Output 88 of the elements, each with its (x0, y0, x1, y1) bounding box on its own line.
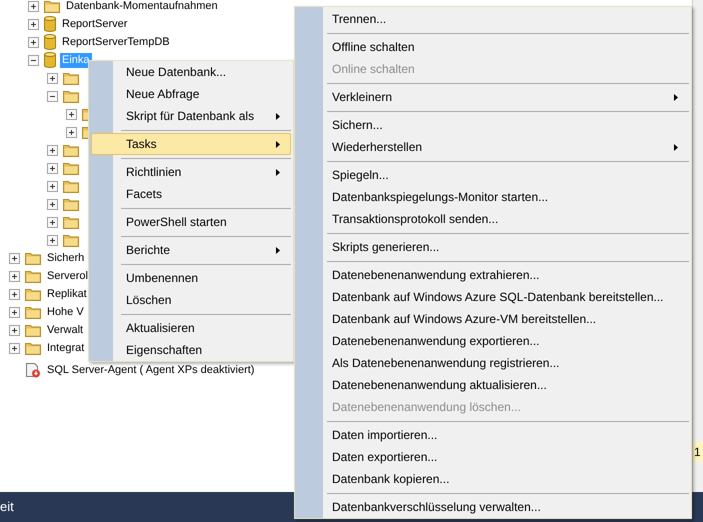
menu-item[interactable]: Skript für Datenbank als (91, 105, 291, 127)
menu-item[interactable]: Trennen... (297, 8, 689, 30)
menu-item[interactable]: PowerShell starten (91, 211, 291, 233)
menu-item[interactable]: Sichern... (297, 114, 689, 136)
menu-item[interactable]: Skripts generieren... (297, 236, 689, 258)
folder-icon (25, 270, 41, 282)
tree-item[interactable]: SQL Server-Agent ( Agent XPs deaktiviert) (45, 362, 256, 378)
expand-icon[interactable] (47, 162, 58, 174)
menu-item[interactable]: Richtlinien (91, 161, 291, 183)
tree-item[interactable]: Replikat (45, 286, 89, 302)
menu-item[interactable]: Löschen (91, 289, 291, 311)
expand-icon[interactable] (9, 342, 20, 354)
database-icon (44, 52, 56, 68)
tree-item[interactable]: Hohe V (45, 304, 86, 320)
menu-item[interactable]: Offline schalten (297, 36, 689, 58)
submenu-arrow-icon (276, 168, 280, 176)
submenu-arrow-icon (276, 112, 280, 120)
status-text: eit (0, 498, 14, 516)
menu-item[interactable]: Berichte (91, 239, 291, 261)
folder-icon (63, 144, 79, 156)
expand-icon[interactable] (47, 216, 58, 228)
menu-item[interactable]: Datenebenenanwendung extrahieren... (297, 264, 689, 286)
expand-icon[interactable] (47, 198, 58, 210)
folder-icon (63, 72, 79, 84)
expand-icon[interactable] (66, 108, 77, 120)
expand-icon[interactable] (28, 0, 39, 12)
tree-item[interactable]: Verwalt (45, 322, 86, 338)
expand-icon[interactable] (9, 324, 20, 336)
tree-item[interactable]: ReportServerTempDB (60, 34, 172, 50)
expand-icon[interactable] (9, 252, 20, 264)
folder-icon (63, 234, 79, 246)
tree-item[interactable]: Serverol (45, 268, 90, 284)
menu-item[interactable]: Datenbankverschlüsselung verwalten... (297, 496, 689, 518)
menu-item[interactable]: Daten importieren... (297, 424, 689, 446)
submenu-arrow-icon (674, 94, 678, 100)
folder-icon (25, 252, 41, 264)
collapse-icon[interactable] (47, 90, 58, 102)
folder-icon (63, 90, 79, 102)
database-icon (44, 34, 56, 50)
expand-icon[interactable] (66, 126, 77, 138)
menu-item[interactable]: Datenbankspiegelungs-Monitor starten... (297, 186, 689, 208)
expand-icon[interactable] (9, 288, 20, 300)
tree-item[interactable]: Integrat (45, 340, 86, 356)
menu-item[interactable]: Neue Datenbank... (91, 61, 291, 83)
expand-icon[interactable] (9, 270, 20, 282)
menu-item[interactable]: Facets (91, 183, 291, 205)
folder-icon (63, 216, 79, 228)
expand-icon[interactable] (28, 18, 39, 30)
expand-icon[interactable] (47, 144, 58, 156)
menu-item[interactable]: Datenbank auf Windows Azure-VM bereitstellen... (297, 308, 689, 330)
menu-item[interactable]: Eigenschaften (91, 339, 291, 361)
menu-item[interactable]: Datenebenenanwendung aktualisieren... (297, 374, 689, 396)
folder-icon (25, 324, 41, 336)
folder-icon (25, 288, 41, 300)
database-icon (44, 16, 56, 32)
tree-item[interactable]: Sicherh (45, 250, 86, 266)
menu-item[interactable]: Aktualisieren (91, 317, 291, 339)
folder-icon (63, 198, 79, 210)
expand-icon[interactable] (47, 72, 58, 84)
collapse-icon[interactable] (28, 54, 39, 66)
submenu-arrow-icon (276, 246, 280, 254)
menu-item[interactable]: Datenbank kopieren... (297, 468, 689, 490)
menu-item[interactable]: Datenebenenanwendung exportieren... (297, 330, 689, 352)
menu-item[interactable]: Wiederherstellen (297, 136, 689, 158)
folder-icon (25, 342, 41, 354)
menu-item[interactable]: Transaktionsprotokoll senden... (297, 208, 689, 230)
side-label: 1 (693, 442, 703, 462)
folder-icon (25, 306, 41, 318)
folder-icon (63, 162, 79, 174)
tree-item[interactable]: ReportServer (60, 16, 130, 32)
menu-item[interactable]: Neue Abfrage (91, 83, 291, 105)
expand-icon[interactable] (47, 234, 58, 246)
expand-icon[interactable] (9, 306, 20, 318)
menu-item[interactable]: Umbenennen (91, 267, 291, 289)
expand-icon[interactable] (28, 36, 39, 48)
menu-item[interactable]: Spiegeln... (297, 164, 689, 186)
submenu-arrow-icon (674, 144, 678, 150)
folder-icon (44, 0, 60, 12)
agent-icon (25, 362, 41, 378)
menu-item[interactable]: Als Datenebenenanwendung registrieren... (297, 352, 689, 374)
tree-item[interactable]: Datenbank-Momentaufnahmen (64, 0, 220, 14)
menu-item[interactable]: Tasks (91, 133, 291, 155)
expand-icon[interactable] (47, 180, 58, 192)
menu-item[interactable]: Verkleinern (297, 86, 689, 108)
submenu-arrow-icon (276, 140, 280, 148)
folder-icon (63, 180, 79, 192)
menu-item[interactable]: Daten exportieren... (297, 446, 689, 468)
menu-item[interactable]: Datenbank auf Windows Azure SQL-Datenbank bereitstellen... (297, 286, 689, 308)
